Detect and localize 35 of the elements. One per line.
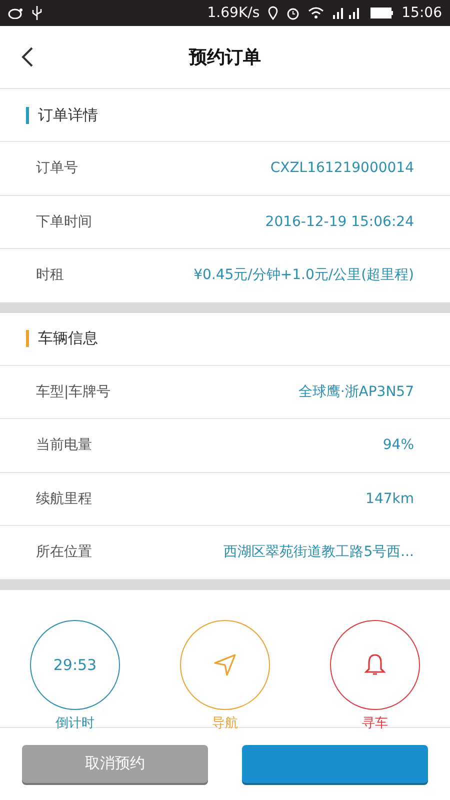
usb-icon [32,6,42,20]
navigation-arrow-icon [213,652,237,676]
wifi-icon [308,7,324,19]
signal-icon [332,7,362,19]
cancel-button[interactable]: 取消预约 [22,744,208,782]
field-value: CXZL161219000014 [270,160,414,176]
field-label: 下单时间 [36,212,92,231]
action-label: 倒计时 [56,714,94,732]
field-value: 全球鹰·浙AP3N57 [298,382,414,401]
action-label: 导航 [212,714,238,732]
field-label: 续航里程 [36,490,92,508]
section-title: 订单详情 [38,106,98,124]
field-label: 车型|车牌号 [36,382,111,401]
field-label: 订单号 [36,159,78,178]
network-speed: 1.69K/s [207,5,260,21]
back-icon[interactable] [20,46,34,68]
field-value: 94% [382,437,414,454]
field-label: 所在位置 [36,543,92,562]
field-value: 147km [366,490,414,507]
page-title: 预约订单 [189,46,261,69]
field-value: ¥0.45元/分钟+1.0元/公里(超里程) [194,266,414,284]
field-label: 时租 [36,266,64,284]
field-label: 当前电量 [36,436,92,454]
find-car-button[interactable] [330,620,420,710]
bell-icon [364,652,386,676]
field-value: 2016-12-19 15:06:24 [265,214,414,230]
clock: 15:06 [402,5,442,21]
section-title: 车辆信息 [38,329,98,348]
battery-icon [370,7,394,19]
weibo-icon [8,7,24,19]
location-icon [268,6,278,20]
countdown-button[interactable]: 29:53 [30,620,120,710]
action-label: 寻车 [362,714,388,732]
field-value: 西湖区翠苑街道教工路5号西... [224,543,414,562]
alarm-icon [286,6,300,20]
